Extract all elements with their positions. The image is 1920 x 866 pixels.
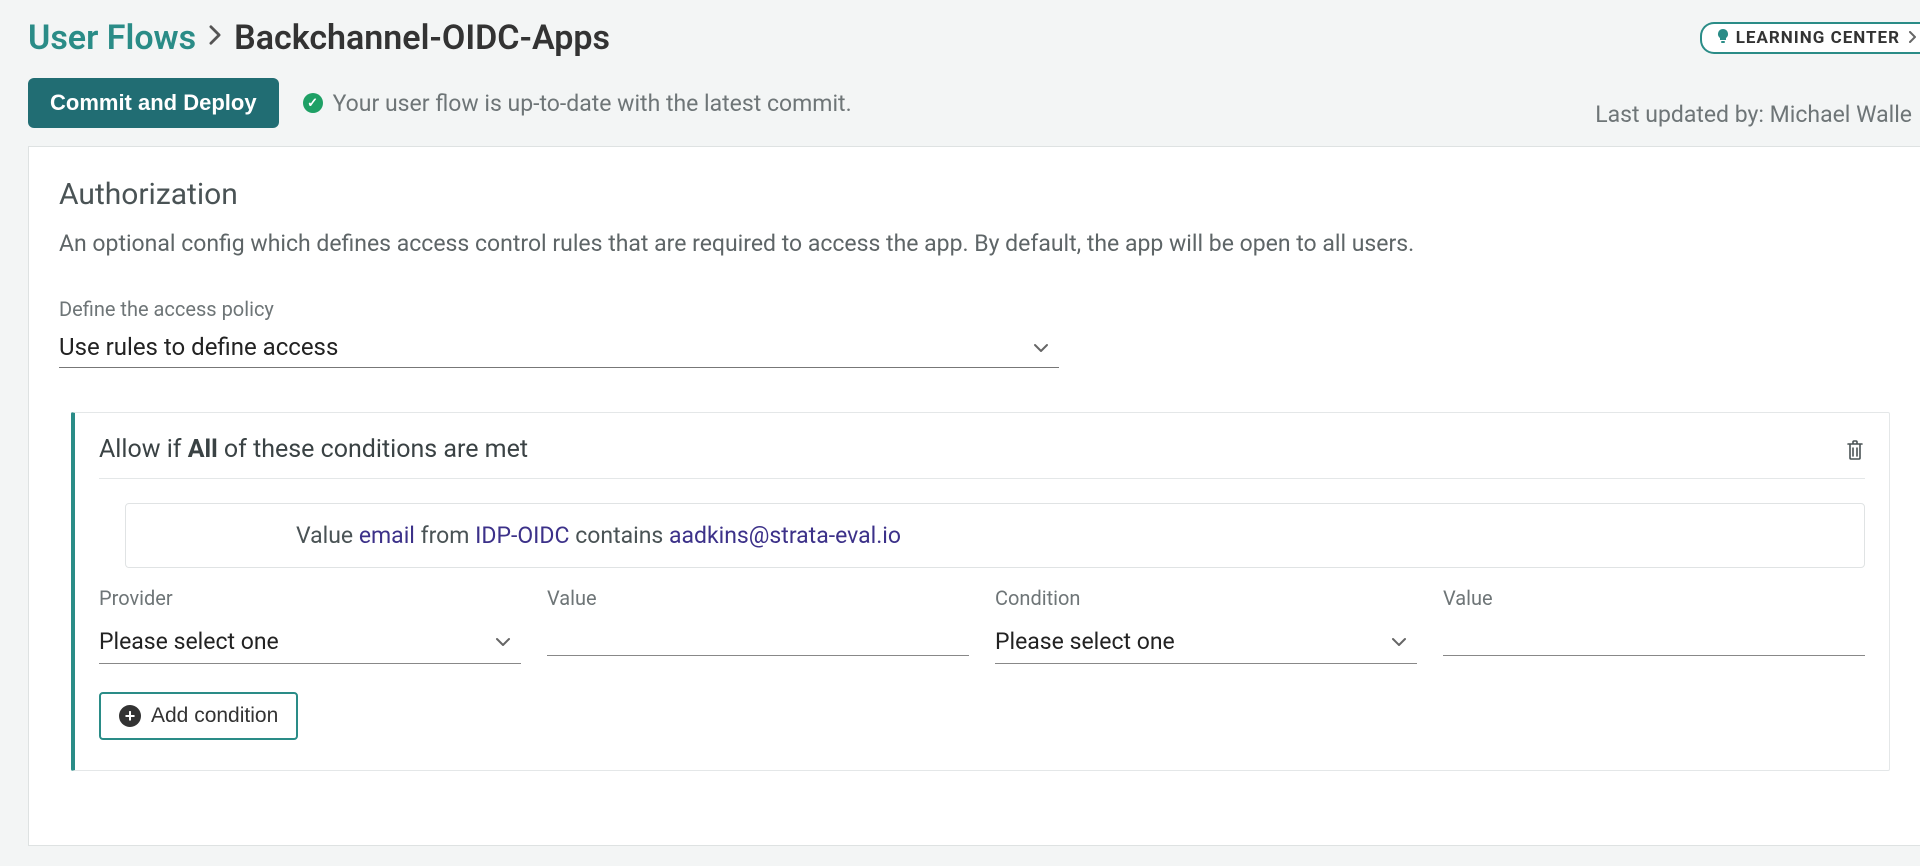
existing-condition[interactable]: Value email from IDP-OIDC contains aadki… [125,503,1865,568]
rule-title-bold: All [188,435,218,464]
policy-select-value: Use rules to define access [59,333,338,361]
plus-circle-icon: + [119,705,141,727]
section-title: Authorization [59,177,1890,212]
condition-select[interactable]: Please select one [995,620,1417,664]
condition-select-value: Please select one [995,628,1175,655]
policy-select[interactable]: Use rules to define access [59,327,1059,368]
cond-value-idp: IDP-OIDC [475,522,569,549]
add-condition-label: Add condition [151,704,278,728]
cond-mid-contains: contains [570,522,669,549]
provider-select-value: Please select one [99,628,279,655]
learning-center-button[interactable]: LEARNING CENTER [1700,22,1920,54]
authorization-card: Authorization An optional config which d… [28,146,1920,846]
breadcrumb: User Flows Backchannel-OIDC-Apps [28,18,1912,58]
chevron-down-icon [1391,631,1417,652]
provider-select[interactable]: Please select one [99,620,521,664]
value1-label: Value [547,586,969,610]
status-badge: ✓ Your user flow is up-to-date with the … [303,90,852,117]
learning-center-label: LEARNING CENTER [1736,28,1900,48]
add-condition-button[interactable]: + Add condition [99,692,298,740]
chevron-down-icon [495,631,521,652]
policy-label: Define the access policy [59,297,1890,321]
chevron-right-icon [1908,29,1916,47]
value2-label: Value [1443,586,1865,610]
chevron-down-icon [1033,337,1059,358]
last-updated-text: Last updated by: Michael Walle [1595,101,1912,128]
cond-mid-from: from [415,522,475,549]
rule-title-prefix: Allow if [99,435,188,464]
provider-label: Provider [99,586,521,610]
value1-input[interactable] [547,620,969,656]
commit-deploy-button[interactable]: Commit and Deploy [28,78,279,128]
trash-icon[interactable] [1845,439,1865,461]
rule-block: Allow if All of these conditions are met… [71,412,1890,771]
check-circle-icon: ✓ [303,93,323,113]
rule-title-suffix: of these conditions are met [218,435,528,464]
lightbulb-icon [1716,28,1730,48]
rule-title: Allow if All of these conditions are met [99,435,528,464]
condition-label: Condition [995,586,1417,610]
breadcrumb-root[interactable]: User Flows [28,18,196,58]
breadcrumb-leaf: Backchannel-OIDC-Apps [234,18,610,58]
value2-input[interactable] [1443,620,1865,656]
cond-value-email: email [359,522,415,549]
cond-prefix: Value [296,522,359,549]
cond-value-result: aadkins@strata-eval.io [669,522,901,549]
chevron-right-icon [208,23,222,53]
status-text: Your user flow is up-to-date with the la… [333,90,852,117]
section-desc: An optional config which defines access … [59,230,1890,257]
